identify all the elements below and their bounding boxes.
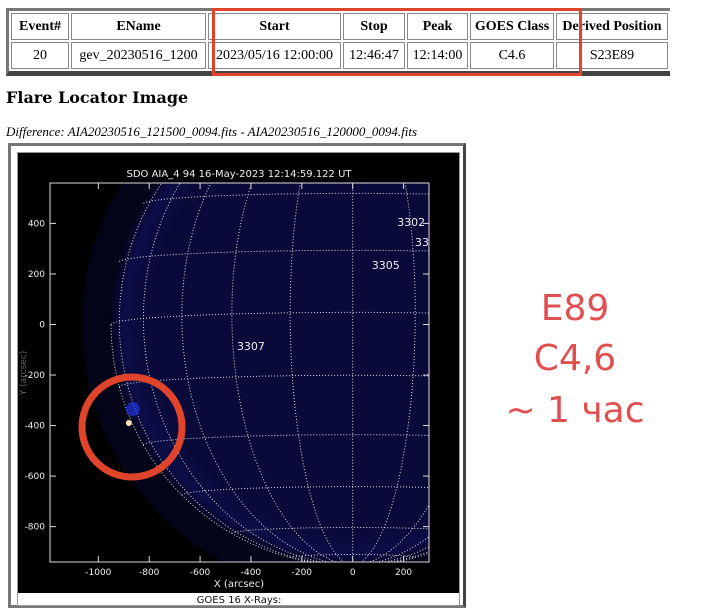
x-tick-label: 200: [395, 568, 412, 578]
col-event: Event#: [11, 13, 69, 40]
region-label: 3302: [397, 216, 425, 229]
flare-glow: [126, 402, 140, 416]
y-tick-label: -800: [25, 523, 46, 533]
x-axis-label: X (arcsec): [214, 579, 264, 590]
x-tick-label: -800: [139, 568, 160, 578]
flare-point: [126, 420, 132, 426]
cell-ename: gev_20230516_1200: [71, 42, 206, 69]
x-tick-label: 0: [350, 568, 356, 578]
region-label: 3305: [372, 259, 400, 272]
col-ename: EName: [71, 13, 206, 40]
note-duration: ~ 1 час: [480, 390, 670, 431]
y-tick-label: 400: [28, 219, 45, 229]
y-tick-label: 0: [39, 320, 45, 330]
x-tick-label: -200: [292, 568, 313, 578]
difference-caption: Difference: AIA20230516_121500_0094.fits…: [6, 124, 417, 140]
x-tick-label: -400: [241, 568, 262, 578]
region-label: 3307: [237, 340, 265, 353]
x-tick-label: -1000: [85, 568, 111, 578]
note-class: C4,6: [480, 338, 670, 379]
x-tick-label: -600: [190, 568, 211, 578]
note-position: E89: [480, 288, 670, 329]
section-title: Flare Locator Image: [6, 88, 188, 107]
goes-label: GOES 16 X-Rays:: [197, 595, 282, 605]
image-frame: SDO AIA_4 94 16-May-2023 12:14:59.122 UT…: [8, 143, 466, 608]
y-tick-label: 200: [28, 270, 45, 280]
cell-event: 20: [11, 42, 69, 69]
highlight-box: [212, 8, 582, 76]
flare-locator-image: SDO AIA_4 94 16-May-2023 12:14:59.122 UT…: [17, 152, 460, 606]
y-tick-label: -400: [25, 422, 46, 432]
plot-title: SDO AIA_4 94 16-May-2023 12:14:59.122 UT: [126, 169, 352, 180]
y-axis-label: Y (arcsec): [19, 351, 29, 397]
solar-plot: SDO AIA_4 94 16-May-2023 12:14:59.122 UT…: [18, 153, 459, 605]
y-tick-label: -600: [25, 472, 46, 482]
